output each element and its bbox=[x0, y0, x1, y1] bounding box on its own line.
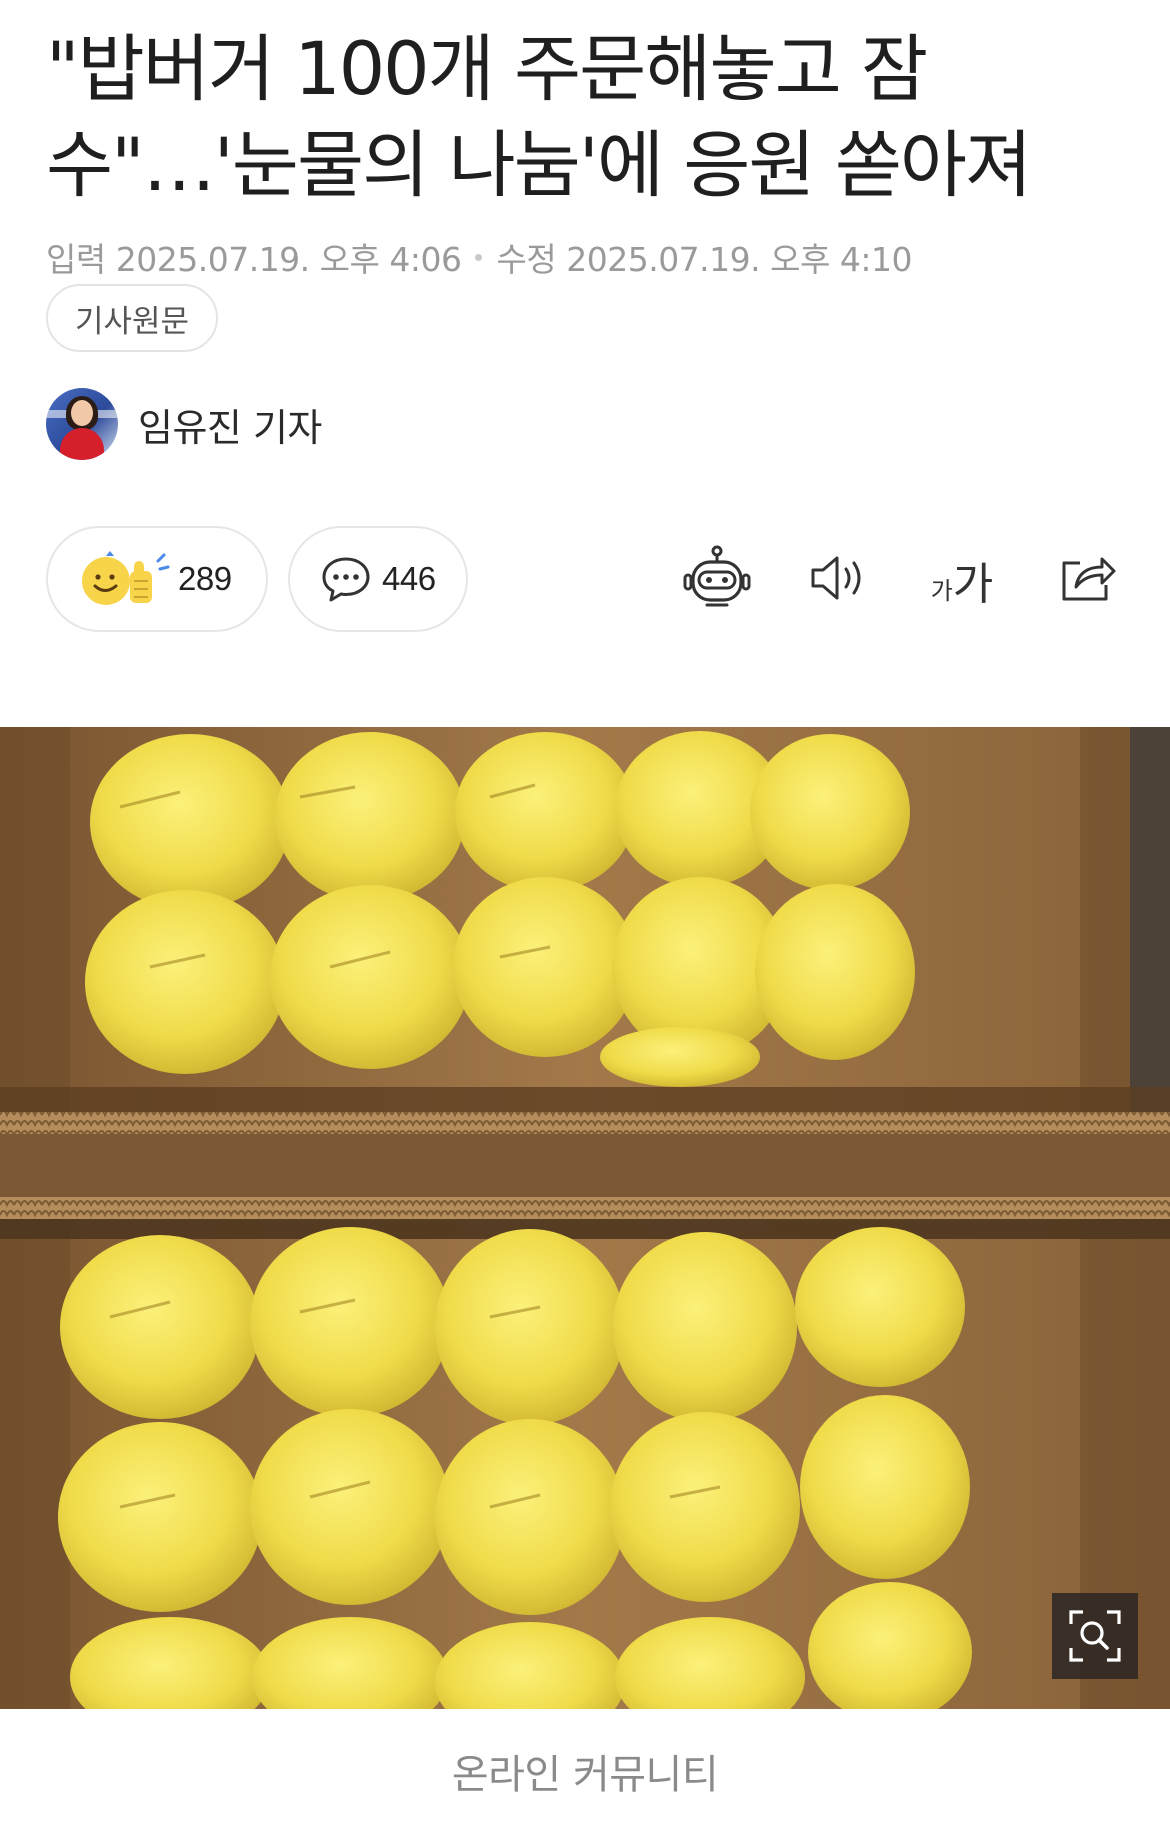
robot-icon bbox=[683, 545, 751, 615]
font-size-icon: 가가 bbox=[931, 548, 994, 612]
headline-line-1: "밥버거 100개 주문해놓고 잠 bbox=[46, 27, 928, 112]
input-datetime: 2025.07.19. 오후 4:06 bbox=[115, 240, 462, 279]
article-headline: "밥버거 100개 주문해놓고 잠 수"…'눈물의 나눔'에 응원 쏟아져 bbox=[46, 22, 1136, 214]
modified-label: 수정 bbox=[496, 240, 557, 279]
zoom-photo-button[interactable] bbox=[1052, 1593, 1138, 1679]
photo-caption: 온라인 커뮤니티 bbox=[451, 1752, 719, 1798]
modified-datetime: 2025.07.19. 오후 4:10 bbox=[566, 240, 912, 279]
font-big-glyph: 가 bbox=[952, 559, 994, 610]
emoji-thumbs-up-icon bbox=[78, 549, 178, 609]
reaction-count: 289 bbox=[178, 560, 232, 597]
share-button[interactable] bbox=[1050, 542, 1126, 618]
listen-button[interactable] bbox=[801, 542, 877, 618]
comment-button[interactable]: 446 bbox=[288, 526, 468, 632]
speech-bubble-icon bbox=[320, 553, 372, 605]
article-meta: 입력 2025.07.19. 오후 4:06 수정 2025.07.19. 오후… bbox=[46, 232, 912, 282]
share-icon bbox=[1058, 551, 1118, 609]
rice-burger-box-image bbox=[0, 727, 1170, 1709]
reporter-avatar[interactable] bbox=[46, 388, 118, 460]
input-label: 입력 bbox=[46, 240, 106, 279]
reaction-button[interactable]: 289 bbox=[46, 526, 268, 632]
summary-bot-button[interactable] bbox=[679, 542, 755, 618]
comment-count: 446 bbox=[382, 560, 436, 597]
reporter-info[interactable]: 임유진 기자 bbox=[46, 388, 322, 460]
speaker-icon bbox=[809, 552, 869, 608]
article-photo[interactable] bbox=[0, 727, 1170, 1709]
original-article-button[interactable]: 기사원문 bbox=[46, 284, 218, 352]
reporter-name[interactable]: 임유진 기자 bbox=[138, 397, 322, 452]
meta-separator-dot bbox=[475, 253, 483, 261]
headline-line-2: 수"…'눈물의 나눔'에 응원 쏟아져 bbox=[46, 123, 1032, 208]
font-small-glyph: 가 bbox=[930, 577, 953, 605]
font-size-button[interactable]: 가가 bbox=[922, 542, 1002, 618]
zoom-search-icon bbox=[1067, 1608, 1123, 1664]
